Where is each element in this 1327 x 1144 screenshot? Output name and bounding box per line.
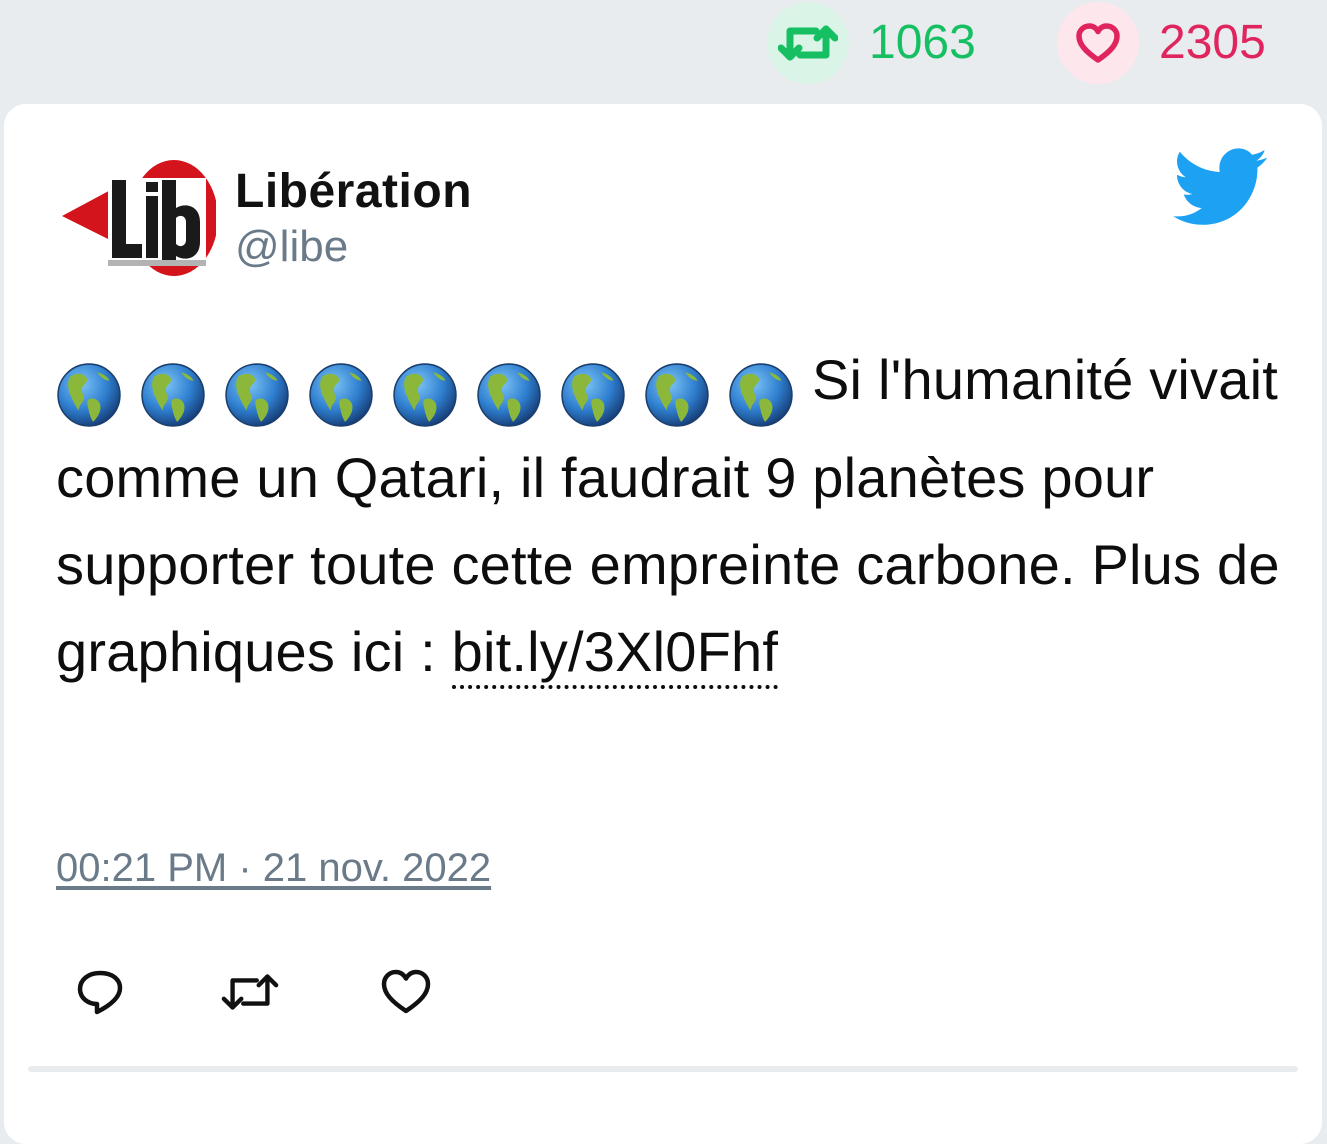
tweet-card: Libération @libe Si l'humanité vivait co… bbox=[4, 104, 1322, 1144]
retweet-count: 1063 bbox=[869, 16, 976, 69]
heart-icon bbox=[381, 969, 431, 1014]
globe-americas-icon bbox=[729, 363, 793, 427]
author-avatar[interactable] bbox=[56, 156, 216, 296]
globe-americas-icon bbox=[141, 363, 205, 427]
retweet-stat[interactable]: 1063 bbox=[767, 2, 976, 84]
like-stat[interactable]: 2305 bbox=[1057, 2, 1266, 84]
author-info[interactable]: Libération @libe bbox=[235, 165, 472, 271]
tweet-timestamp[interactable]: 00:21 PM · 21 nov. 2022 bbox=[56, 846, 491, 891]
globe-americas-icon bbox=[225, 363, 289, 427]
globe-americas-icon bbox=[477, 363, 541, 427]
retweet-button[interactable] bbox=[220, 962, 280, 1022]
tweet-text: Si l'humanité vivait comme un Qatari, il… bbox=[56, 336, 1286, 695]
globe-americas-icon bbox=[393, 363, 457, 427]
retweet-stat-icon-bg bbox=[767, 2, 849, 84]
author-handle[interactable]: @libe bbox=[235, 222, 472, 271]
globe-americas-icon bbox=[309, 363, 373, 427]
globe-americas-icon bbox=[645, 363, 709, 427]
tweet-link[interactable]: bit.ly/3Xl0Fhf bbox=[451, 620, 779, 689]
like-count: 2305 bbox=[1159, 16, 1266, 69]
heart-icon bbox=[1076, 23, 1120, 63]
retweet-icon bbox=[221, 974, 279, 1010]
globe-emoji-row bbox=[56, 347, 812, 434]
globe-americas-icon bbox=[57, 363, 121, 427]
like-stat-icon-bg bbox=[1057, 2, 1139, 84]
tweet-actions bbox=[56, 962, 556, 1022]
like-button[interactable] bbox=[376, 962, 436, 1022]
tweet-stats-bar: 1063 2305 bbox=[0, 0, 1327, 100]
retweet-icon bbox=[778, 25, 838, 61]
reply-icon bbox=[77, 970, 123, 1015]
twitter-bird-icon[interactable] bbox=[1172, 148, 1270, 228]
card-divider bbox=[28, 1066, 1298, 1072]
reply-button[interactable] bbox=[70, 962, 130, 1022]
author-name[interactable]: Libération bbox=[235, 165, 472, 219]
globe-americas-icon bbox=[561, 363, 625, 427]
tweet-header: Libération @libe bbox=[4, 104, 1322, 304]
